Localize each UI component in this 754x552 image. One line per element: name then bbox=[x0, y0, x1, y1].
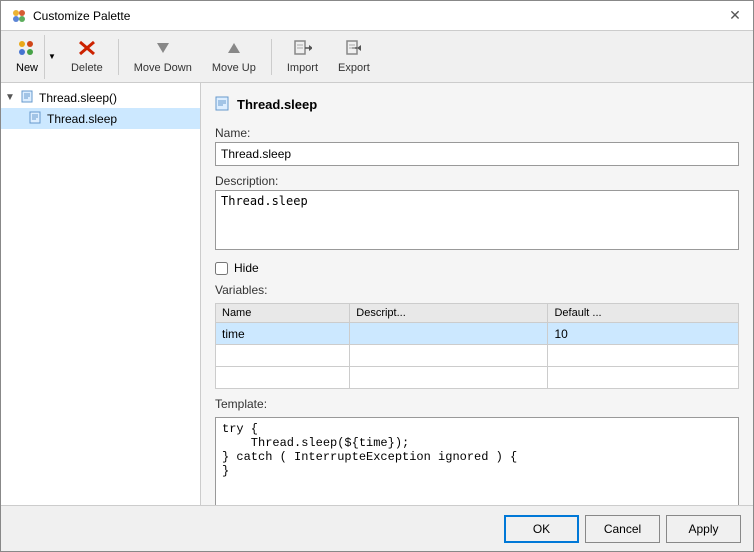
tree-child-item[interactable]: Thread.sleep bbox=[1, 108, 200, 129]
move-down-button[interactable]: Move Down bbox=[125, 35, 201, 79]
left-panel: ▼ Thread.sleep() bbox=[1, 83, 201, 505]
export-button[interactable]: Export bbox=[329, 35, 379, 79]
toolbar: New ▼ Delete Move Down bbox=[1, 31, 753, 83]
toolbar-separator-1 bbox=[118, 39, 119, 75]
tree-toggle-icon: ▼ bbox=[5, 92, 17, 103]
ok-button[interactable]: OK bbox=[504, 515, 579, 543]
description-textarea[interactable]: Thread.sleep bbox=[215, 190, 739, 250]
template-label: Template: bbox=[215, 397, 739, 411]
table-row[interactable]: time 10 bbox=[216, 323, 739, 345]
panel-title-icon bbox=[215, 95, 231, 114]
table-row[interactable] bbox=[216, 367, 739, 389]
delete-button[interactable]: Delete bbox=[62, 35, 112, 79]
tree-parent-icon bbox=[21, 89, 35, 106]
new-button-group[interactable]: New ▼ bbox=[9, 35, 60, 79]
dialog-title: Customize Palette bbox=[33, 9, 130, 23]
move-up-icon bbox=[224, 39, 244, 62]
var-name-cell bbox=[216, 367, 350, 389]
variables-section: Variables: Name Descript... Default ... … bbox=[215, 283, 739, 389]
hide-row: Hide bbox=[215, 261, 739, 275]
import-button[interactable]: Import bbox=[278, 35, 327, 79]
apply-button[interactable]: Apply bbox=[666, 515, 741, 543]
title-bar: Customize Palette ✕ bbox=[1, 1, 753, 31]
toolbar-separator-2 bbox=[271, 39, 272, 75]
var-default-cell bbox=[548, 345, 739, 367]
col-header-name: Name bbox=[216, 304, 350, 323]
delete-button-label: Delete bbox=[71, 62, 103, 74]
dropdown-arrow-icon: ▼ bbox=[48, 52, 56, 61]
customize-palette-dialog: Customize Palette ✕ New ▼ bbox=[0, 0, 754, 552]
name-input[interactable] bbox=[215, 142, 739, 166]
new-icon bbox=[17, 39, 37, 62]
variables-table: Name Descript... Default ... time 10 bbox=[215, 303, 739, 389]
var-default-cell: 10 bbox=[548, 323, 739, 345]
right-panel: Thread.sleep Name: Description: Thread.s… bbox=[201, 83, 753, 505]
import-button-label: Import bbox=[287, 62, 318, 74]
variables-label: Variables: bbox=[215, 283, 739, 297]
bottom-bar: OK Cancel Apply bbox=[1, 505, 753, 551]
name-label: Name: bbox=[215, 126, 739, 140]
move-up-button-label: Move Up bbox=[212, 62, 256, 74]
delete-icon bbox=[77, 39, 97, 62]
col-header-default: Default ... bbox=[548, 304, 739, 323]
hide-label: Hide bbox=[234, 261, 259, 275]
move-up-button[interactable]: Move Up bbox=[203, 35, 265, 79]
move-down-icon bbox=[153, 39, 173, 62]
export-button-label: Export bbox=[338, 62, 370, 74]
name-field-section: Name: bbox=[215, 126, 739, 166]
new-main-button[interactable]: New bbox=[10, 35, 44, 79]
var-desc-cell bbox=[350, 345, 548, 367]
new-button-label: New bbox=[16, 62, 38, 74]
var-desc-cell bbox=[350, 323, 548, 345]
var-name-cell bbox=[216, 345, 350, 367]
close-button[interactable]: ✕ bbox=[727, 8, 743, 24]
export-icon bbox=[344, 39, 364, 62]
tree-parent-item[interactable]: ▼ Thread.sleep() bbox=[1, 87, 200, 108]
description-label: Description: bbox=[215, 174, 739, 188]
tree-parent-label: Thread.sleep() bbox=[39, 91, 117, 105]
move-down-button-label: Move Down bbox=[134, 62, 192, 74]
title-bar-left: Customize Palette bbox=[11, 8, 130, 24]
main-content: ▼ Thread.sleep() bbox=[1, 83, 753, 505]
panel-title-text: Thread.sleep bbox=[237, 97, 317, 112]
template-textarea[interactable]: try { Thread.sleep(${time}); } catch ( I… bbox=[215, 417, 739, 505]
cancel-button[interactable]: Cancel bbox=[585, 515, 660, 543]
var-name-cell: time bbox=[216, 323, 350, 345]
var-default-cell bbox=[548, 367, 739, 389]
app-icon bbox=[11, 8, 27, 24]
table-row[interactable] bbox=[216, 345, 739, 367]
new-dropdown-arrow[interactable]: ▼ bbox=[44, 35, 59, 79]
import-icon bbox=[292, 39, 312, 62]
description-field-section: Description: Thread.sleep bbox=[215, 174, 739, 253]
hide-checkbox[interactable] bbox=[215, 262, 228, 275]
col-header-description: Descript... bbox=[350, 304, 548, 323]
tree-child-label: Thread.sleep bbox=[47, 112, 117, 126]
panel-title-row: Thread.sleep bbox=[215, 95, 739, 114]
tree-child-icon bbox=[29, 110, 43, 127]
template-section: Template: try { Thread.sleep(${time}); }… bbox=[215, 397, 739, 505]
var-desc-cell bbox=[350, 367, 548, 389]
